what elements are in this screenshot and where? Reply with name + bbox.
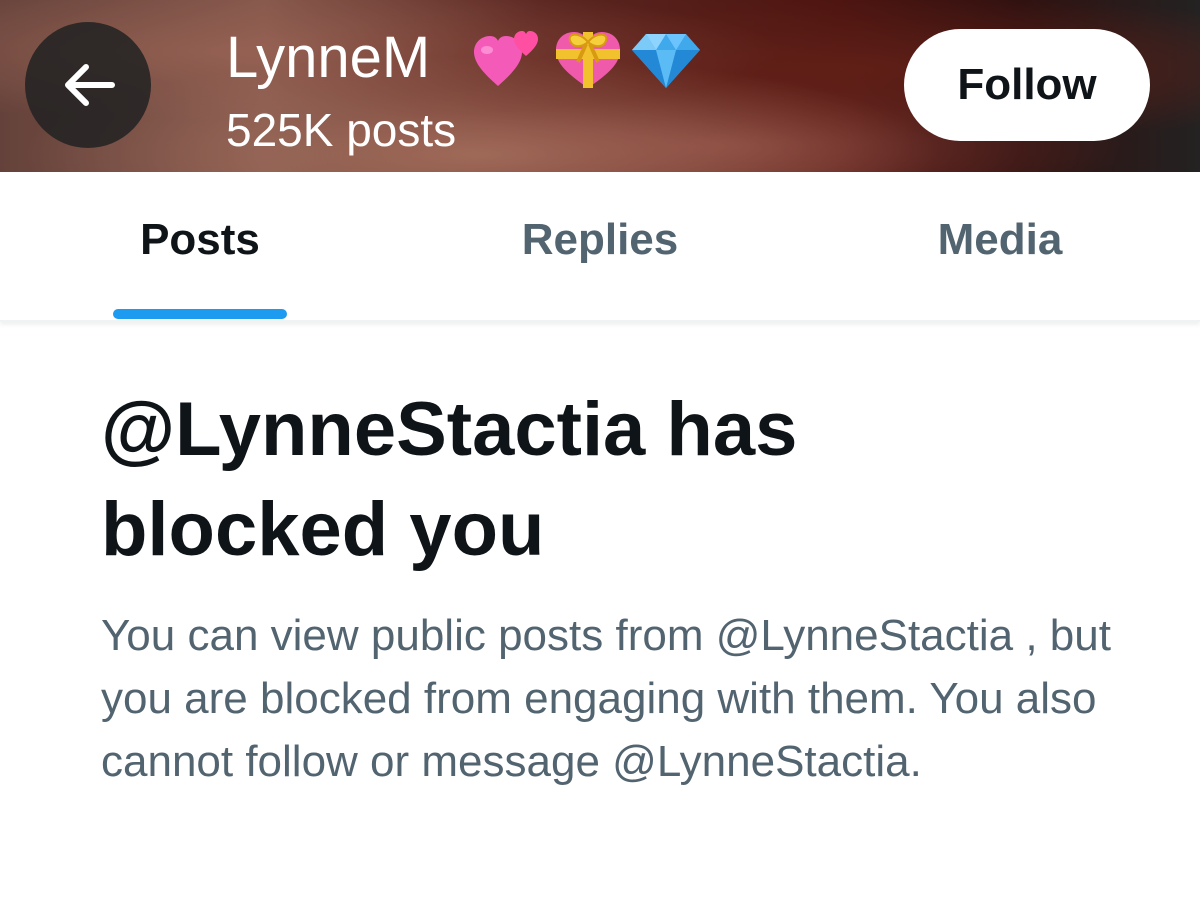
post-count: 525K posts (226, 104, 457, 156)
tab-replies-label: Replies (521, 215, 679, 264)
tab-media[interactable]: Media (900, 172, 1100, 320)
tab-posts-label: Posts (140, 215, 260, 264)
profile-header: LynneM 525K posts Follow (0, 0, 1200, 172)
profile-display-name: LynneM (226, 25, 431, 90)
name-emoji-group (472, 22, 704, 92)
follow-button[interactable]: Follow (904, 29, 1150, 141)
blocked-description: You can view public posts from @LynneSta… (101, 611, 1111, 786)
two-hearts-icon (474, 31, 538, 86)
tab-media-label: Media (937, 215, 1063, 264)
blocked-title: @LynneStactia has blocked you (101, 387, 798, 572)
heart-with-ribbon-icon (556, 32, 620, 88)
tab-posts[interactable]: Posts (100, 172, 300, 320)
active-tab-indicator (113, 309, 287, 319)
tab-replies[interactable]: Replies (490, 172, 710, 320)
back-button[interactable] (25, 22, 151, 148)
profile-tabs: Posts Replies Media (0, 172, 1200, 322)
gem-stone-icon (632, 34, 700, 88)
arrow-left-icon (60, 61, 116, 109)
